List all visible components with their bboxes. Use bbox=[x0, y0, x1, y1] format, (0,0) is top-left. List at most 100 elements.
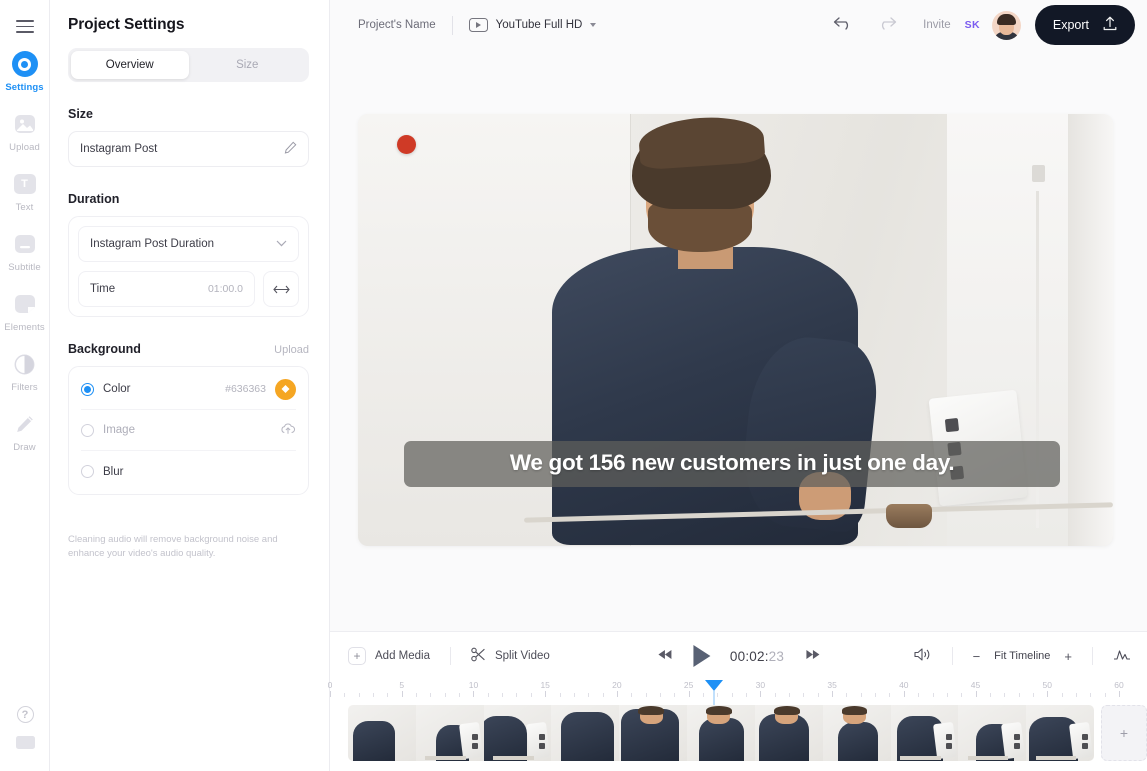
speaker-volume-icon[interactable] bbox=[914, 647, 932, 665]
keyboard-shortcuts-icon[interactable] bbox=[15, 736, 35, 749]
radio-color[interactable] bbox=[81, 382, 94, 396]
ruler-tick-minor bbox=[961, 693, 963, 697]
background-option-color[interactable]: Color #636363 bbox=[81, 369, 296, 410]
sidebar-bottom-group: ? bbox=[0, 706, 50, 749]
ruler-tick-minor bbox=[631, 693, 633, 697]
color-picker-icon[interactable] bbox=[275, 378, 296, 400]
ruler-label: 30 bbox=[755, 680, 766, 690]
panel-tabs: Overview Size bbox=[68, 48, 309, 82]
ruler-tick-major bbox=[616, 691, 618, 697]
sidebar-item-upload[interactable]: Upload bbox=[0, 111, 50, 153]
clip-thumbnail bbox=[348, 705, 416, 761]
sidebar-item-filters[interactable]: Filters bbox=[0, 351, 50, 393]
subtitle-icon bbox=[12, 231, 38, 257]
timecode-frames: 23 bbox=[768, 648, 785, 664]
user-avatar[interactable] bbox=[991, 10, 1021, 40]
ruler-tick-minor bbox=[674, 693, 676, 697]
ruler-tick-major bbox=[832, 691, 834, 697]
sidebar-item-text[interactable]: T Text bbox=[0, 171, 50, 213]
ruler-tick-major bbox=[903, 691, 905, 697]
ruler-tick-minor bbox=[889, 693, 891, 697]
ruler-tick-major bbox=[975, 691, 977, 697]
help-question-icon[interactable]: ? bbox=[16, 706, 34, 723]
clip-thumbnail bbox=[619, 705, 688, 761]
duration-preset-dropdown[interactable]: Instagram Post Duration bbox=[78, 226, 299, 262]
invite-button[interactable]: Invite bbox=[923, 19, 951, 31]
sidebar-item-draw[interactable]: Draw bbox=[0, 411, 50, 453]
text-t-icon: T bbox=[12, 171, 38, 197]
pencil-edit-icon[interactable] bbox=[284, 141, 297, 157]
size-field[interactable]: Instagram Post bbox=[68, 131, 309, 167]
ruler-tick-major bbox=[688, 691, 690, 697]
clip-thumbnail bbox=[415, 705, 484, 761]
background-upload-link[interactable]: Upload bbox=[274, 344, 309, 356]
ruler-tick-minor bbox=[932, 693, 934, 697]
playhead[interactable] bbox=[705, 680, 724, 691]
ruler-tick-minor bbox=[702, 693, 704, 697]
ruler-tick-minor bbox=[573, 693, 575, 697]
clip-thumbnail bbox=[551, 705, 620, 761]
radio-blur[interactable] bbox=[81, 465, 94, 478]
hamburger-menu-icon[interactable] bbox=[15, 20, 34, 33]
ruler-label: 0 bbox=[327, 680, 333, 690]
timeline-ruler[interactable]: 0 5 10 15 20 25 30 35 40 45 50 60 bbox=[327, 680, 1147, 751]
audio-waveform-icon[interactable] bbox=[1113, 648, 1131, 665]
duration-preset-value: Instagram Post Duration bbox=[90, 238, 215, 250]
clip-thumbnail bbox=[822, 705, 891, 761]
add-clip-button[interactable]: + bbox=[1101, 705, 1147, 761]
tab-overview[interactable]: Overview bbox=[71, 51, 189, 79]
time-field[interactable]: Time 01:00.0 bbox=[78, 271, 255, 307]
sidebar-item-subtitle[interactable]: Subtitle bbox=[0, 231, 50, 273]
ruler-tick-minor bbox=[387, 693, 389, 697]
skip-backward-icon[interactable] bbox=[657, 649, 673, 663]
format-preset-label: YouTube Full HD bbox=[495, 19, 583, 31]
divider bbox=[449, 647, 451, 665]
plus-icon[interactable]: + bbox=[1064, 649, 1072, 664]
divider bbox=[1092, 647, 1093, 665]
clip-thumbnail bbox=[687, 705, 755, 761]
timeline-toolbar: + Add Media Split Video 00:02:23 − Fit T… bbox=[330, 632, 1147, 680]
project-settings-panel: Project Settings Overview Size Size Inst… bbox=[50, 0, 330, 771]
split-video-label: Split Video bbox=[494, 650, 550, 662]
sidebar-label-draw: Draw bbox=[13, 442, 36, 453]
format-preset-dropdown[interactable]: YouTube Full HD bbox=[468, 18, 597, 32]
clip-thumbnail bbox=[754, 705, 823, 761]
ruler-tick-minor bbox=[817, 693, 819, 697]
add-media-button[interactable]: + Add Media bbox=[348, 647, 430, 665]
ruler-tick-minor bbox=[1061, 693, 1063, 697]
minus-icon[interactable]: − bbox=[973, 649, 981, 664]
left-right-arrow-icon[interactable] bbox=[263, 271, 299, 307]
project-name[interactable]: Project's Name bbox=[358, 19, 436, 31]
radio-image[interactable] bbox=[81, 423, 94, 437]
chevron-down-icon bbox=[276, 239, 287, 249]
subtitle-overlay[interactable]: We got 156 new customers in just one day… bbox=[404, 441, 1061, 488]
ruler-tick-minor bbox=[1090, 693, 1092, 697]
video-editor-app: Settings Upload T Text Subtitle Elements bbox=[0, 0, 1147, 771]
ruler-tick-minor bbox=[530, 693, 532, 697]
cloud-upload-icon[interactable] bbox=[280, 422, 296, 438]
background-label-image: Image bbox=[103, 424, 135, 436]
chevron-down-icon bbox=[590, 23, 597, 27]
ruler-tick-major bbox=[760, 691, 762, 697]
export-button[interactable]: Export bbox=[1034, 5, 1135, 45]
background-option-blur[interactable]: Blur bbox=[81, 451, 296, 492]
split-video-button[interactable]: Split Video bbox=[471, 647, 550, 665]
skip-forward-icon[interactable] bbox=[804, 649, 820, 663]
sidebar-item-elements[interactable]: Elements bbox=[0, 291, 50, 333]
clip-thumbnail bbox=[958, 705, 1027, 761]
background-option-image[interactable]: Image bbox=[81, 410, 296, 451]
plus-icon: + bbox=[348, 647, 366, 665]
ruler-tick-minor bbox=[487, 693, 489, 697]
zoom-controls: − Fit Timeline + bbox=[973, 649, 1072, 664]
audio-cleaning-note: Cleaning audio will remove background no… bbox=[68, 534, 278, 560]
collaborator-initials-badge[interactable]: SK bbox=[965, 19, 980, 31]
undo-arrow-icon[interactable] bbox=[833, 15, 853, 35]
fit-timeline-button[interactable]: Fit Timeline bbox=[994, 650, 1050, 662]
video-preview[interactable]: We got 156 new customers in just one day… bbox=[358, 113, 1113, 546]
tab-size[interactable]: Size bbox=[189, 51, 307, 79]
play-triangle-icon[interactable] bbox=[692, 645, 710, 667]
redo-arrow-icon[interactable] bbox=[877, 15, 897, 35]
video-clip[interactable] bbox=[348, 705, 1094, 761]
sidebar-item-settings[interactable]: Settings bbox=[0, 51, 50, 93]
ruler-tick-minor bbox=[803, 693, 805, 697]
